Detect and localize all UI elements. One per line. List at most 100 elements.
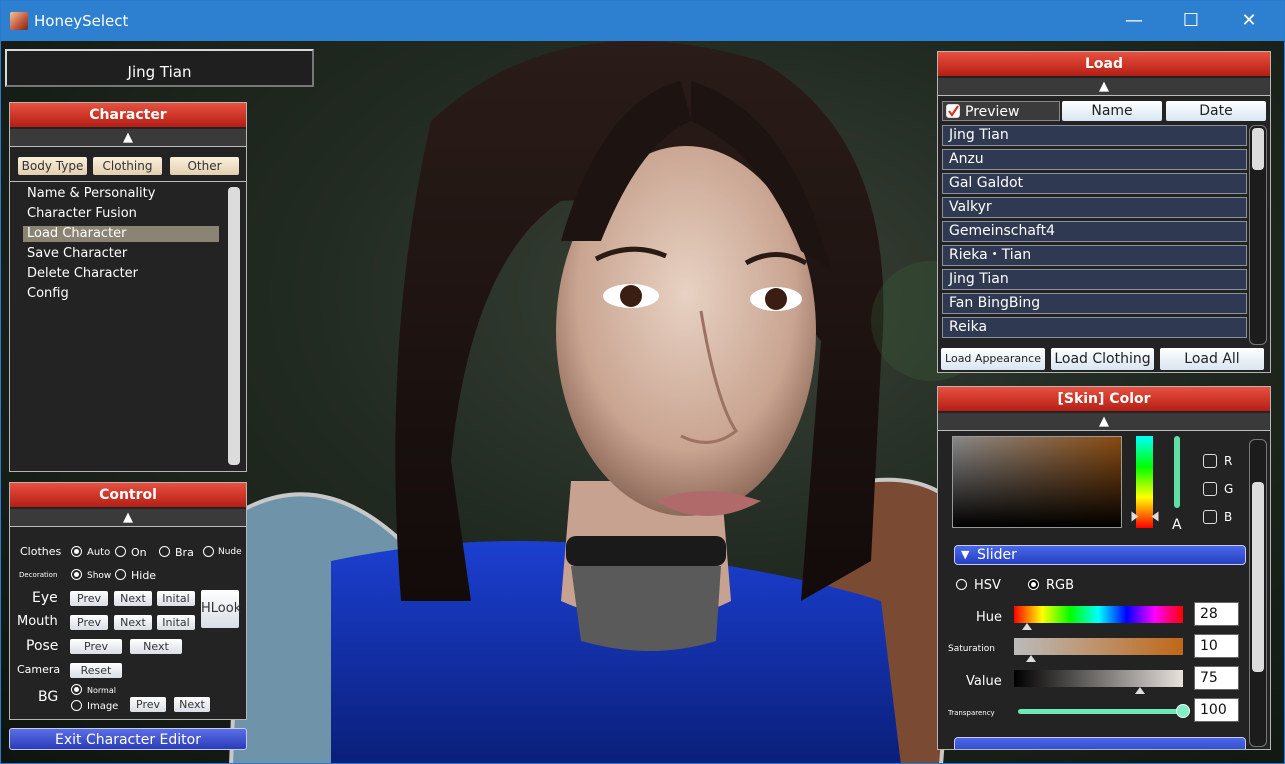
bg-normal-radio[interactable] [71,684,82,695]
menu-scrollbar[interactable] [228,187,240,465]
saturation-value-field[interactable]: 10 [1194,634,1239,658]
maximize-button[interactable]: ☐ [1177,9,1205,35]
bg-normal-label: Normal [87,686,116,695]
hsv-radio[interactable] [956,579,967,590]
minimize-button[interactable]: — [1120,9,1148,35]
bg-image-label: Image [87,701,119,712]
close-button[interactable]: ✕ [1235,9,1263,35]
menu-item-config[interactable]: Config [23,286,219,302]
alpha-label: A [1172,517,1182,533]
expand-triangle-icon: ▼ [961,548,970,561]
collapse-arrow-icon[interactable]: ▲ [10,509,246,527]
list-item[interactable]: Valkyr [942,197,1247,218]
hue-strip-marker-icon[interactable] [1131,511,1139,522]
menu-item-character-fusion[interactable]: Character Fusion [23,206,219,222]
alpha-strip[interactable] [1174,436,1180,508]
decoration-label: Decoration [19,571,58,579]
menu-item-load-character[interactable]: Load Character [23,226,219,242]
value-slider-track[interactable] [1014,670,1183,687]
list-item[interactable]: Rieka・Tian [942,245,1247,266]
hue-slider-thumb[interactable] [1022,623,1032,630]
decoration-show-radio[interactable] [71,569,82,580]
hue-value-field[interactable]: 28 [1194,602,1239,626]
window-title: HoneySelect [34,12,129,30]
decoration-hide-label: Hide [131,569,157,582]
color-panel-scroll-track[interactable] [1249,439,1267,747]
decoration-show-label: Show [87,571,112,581]
hue-strip-marker-icon[interactable] [1151,511,1159,522]
color-panel-scrollbar-thumb[interactable] [1252,482,1264,672]
rgb-radio[interactable] [1028,579,1039,590]
character-viewport[interactable]: Jing Tian Character ▲ Body Type Clothing… [1,41,1284,763]
hlook-button[interactable]: HLook [201,590,241,628]
list-item[interactable]: Fan BingBing [942,293,1247,314]
clothes-auto-label: Auto [87,547,111,558]
menu-list [10,181,246,182]
rgb-label: RGB [1046,578,1075,593]
clothes-nude-radio[interactable] [203,546,214,557]
slider-section-label: Slider [977,547,1017,563]
clothes-nude-label: Nude [218,547,242,557]
menu-item-name-personality[interactable]: Name & Personality [23,186,219,202]
list-item[interactable]: Anzu [942,149,1247,170]
sort-date-button[interactable]: Date [1166,101,1266,121]
mouth-prev-button[interactable]: Prev [70,615,108,630]
list-item[interactable]: Jing Tian [942,269,1247,290]
transparency-value-field[interactable]: 100 [1194,698,1239,722]
mouth-init-button[interactable]: Inital [157,615,195,630]
next-section-toggle[interactable] [954,737,1246,749]
pose-prev-button[interactable]: Prev [70,639,122,654]
load-all-button[interactable]: Load All [1160,348,1264,370]
bg-image-radio[interactable] [71,700,82,711]
tab-body-type[interactable]: Body Type [18,157,87,175]
hue-strip[interactable] [1136,436,1153,528]
clothes-auto-radio[interactable] [71,546,82,557]
eye-next-button[interactable]: Next [114,591,152,606]
mouth-label: Mouth [17,614,58,629]
list-item[interactable]: Reika [942,317,1247,338]
r-checkbox[interactable] [1203,454,1217,468]
bg-next-button[interactable]: Next [174,697,210,712]
preview-toggle[interactable]: Preview [942,101,1060,121]
eye-prev-button[interactable]: Prev [70,591,108,606]
slider-section-toggle[interactable]: ▼ Slider [954,545,1246,565]
value-value-field[interactable]: 75 [1194,666,1239,690]
saturation-slider-track[interactable] [1014,638,1183,655]
transparency-slider-thumb[interactable] [1176,704,1190,718]
exit-character-editor-button[interactable]: Exit Character Editor [9,728,247,750]
bg-prev-button[interactable]: Prev [130,697,166,712]
hue-slider-track[interactable] [1014,606,1183,623]
eye-init-button[interactable]: Inital [157,591,195,606]
load-clothing-button[interactable]: Load Clothing [1051,348,1154,370]
transparency-slider-label: Transparency [948,709,995,717]
list-item[interactable]: Gal Galdot [942,173,1247,194]
saturation-slider-thumb[interactable] [1026,655,1036,662]
pose-next-button[interactable]: Next [130,639,182,654]
sort-name-button[interactable]: Name [1062,101,1162,121]
tab-clothing[interactable]: Clothing [93,157,162,175]
collapse-arrow-icon[interactable]: ▲ [10,129,246,147]
list-item[interactable]: Jing Tian [942,125,1247,146]
mouth-next-button[interactable]: Next [114,615,152,630]
menu-item-save-character[interactable]: Save Character [23,246,219,262]
color-picker-area[interactable] [952,436,1122,528]
clothes-on-radio[interactable] [115,546,126,557]
hue-slider-label: Hue [976,610,1003,625]
collapse-arrow-icon[interactable]: ▲ [938,413,1270,431]
list-item[interactable]: Gemeinschaft4 [942,221,1247,242]
collapse-arrow-icon[interactable]: ▲ [938,78,1270,96]
decoration-hide-radio[interactable] [115,569,126,580]
b-checkbox[interactable] [1203,510,1217,524]
preview-label: Preview [965,104,1020,120]
load-list-scrollbar-thumb[interactable] [1252,128,1264,170]
tab-other[interactable]: Other [170,157,239,175]
load-appearance-button[interactable]: Load Appearance [941,348,1045,370]
clothes-bra-radio[interactable] [159,546,170,557]
g-checkbox[interactable] [1203,482,1217,496]
menu-item-delete-character[interactable]: Delete Character [23,266,219,282]
preview-checkbox[interactable] [946,104,960,118]
value-slider-thumb[interactable] [1135,687,1145,694]
transparency-slider-track[interactable] [1018,709,1183,714]
load-list-scroll-track[interactable] [1249,125,1267,345]
camera-reset-button[interactable]: Reset [70,663,122,678]
